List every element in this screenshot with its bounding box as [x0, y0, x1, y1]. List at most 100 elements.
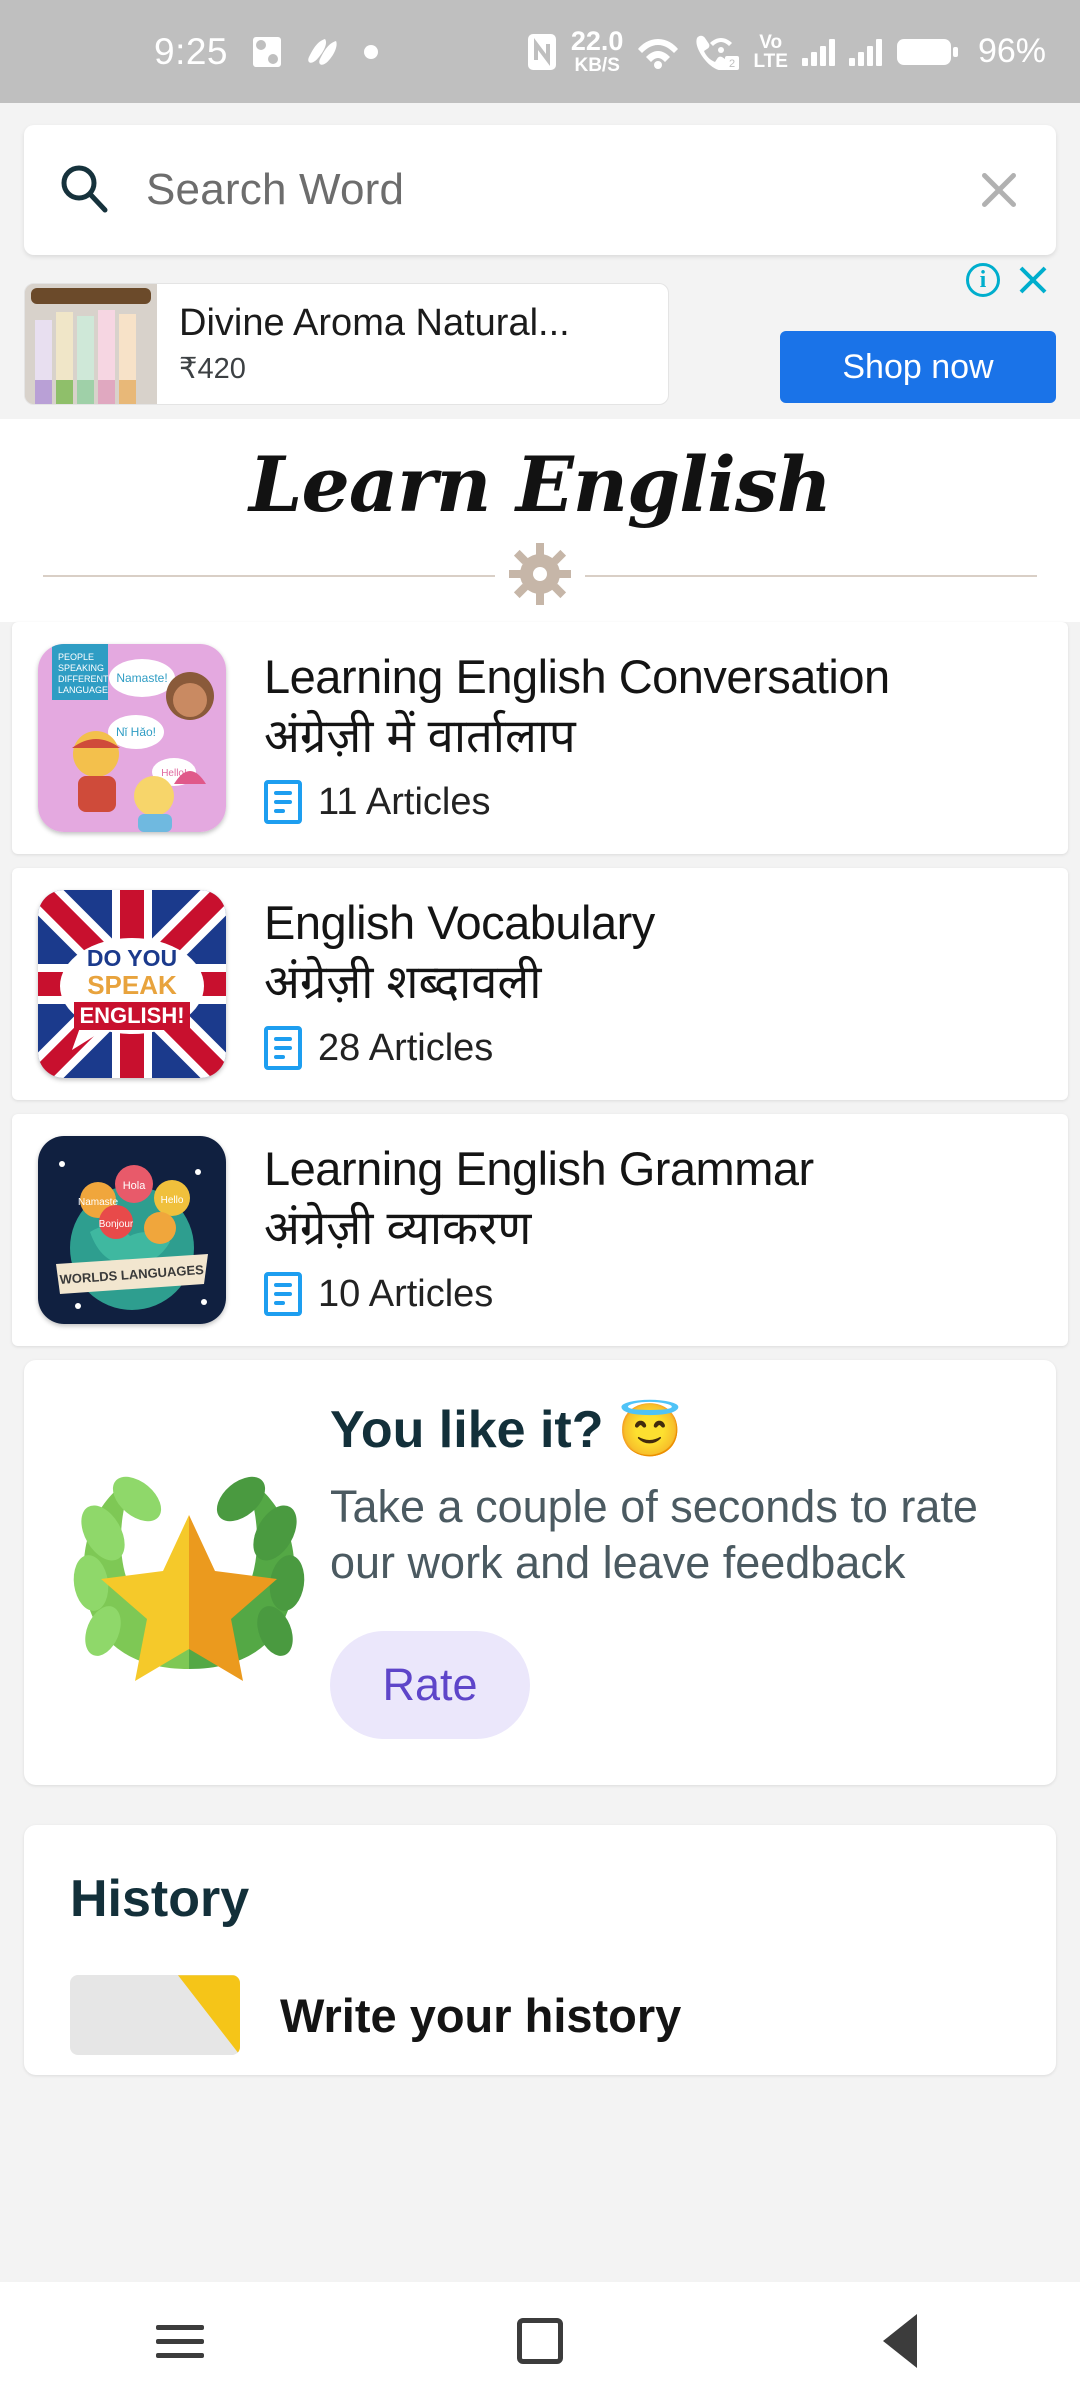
status-time: 9:25 [154, 30, 229, 72]
home-icon [517, 2318, 563, 2364]
volte-line2: LTE [753, 50, 788, 72]
svg-text:SPEAKING: SPEAKING [58, 663, 104, 673]
ad-title: Divine Aroma Natural... [179, 302, 570, 344]
rate-card: You like it? 😇 Take a couple of seconds … [24, 1359, 1056, 1786]
article-icon [264, 1272, 302, 1317]
battery-icon [896, 36, 958, 68]
ad-text: Divine Aroma Natural... ₹420 [157, 302, 570, 386]
brand-section: Learn English [0, 419, 1080, 622]
ad-price: ₹420 [179, 353, 246, 385]
signal-bars-sim2 [848, 38, 882, 66]
history-item[interactable]: Write your history [70, 1975, 1010, 2056]
article-icon [264, 780, 302, 825]
svg-text:Namaste!: Namaste! [116, 671, 167, 685]
category-thumbnail: DO YOU SPEAK ENGLISH! [38, 889, 226, 1078]
status-bar: 9:25 22.0 KB/S 2 Vo LTE 96% [0, 0, 1080, 103]
back-icon [883, 2314, 917, 2368]
divider-line-left [43, 575, 495, 578]
svg-text:Nǐ Hǎo!: Nǐ Hǎo! [116, 725, 156, 739]
rate-button[interactable]: Rate [330, 1631, 530, 1740]
category-card-grammar[interactable]: Namaste Hola Hello Bonjour WORLDS LANGUA… [12, 1113, 1068, 1346]
status-bar-right: 22.0 KB/S 2 Vo LTE 96% [527, 28, 1046, 75]
award-icon [54, 1400, 324, 1740]
svg-text:ENGLISH!: ENGLISH! [79, 1003, 184, 1028]
network-speed: 22.0 KB/S [570, 26, 624, 76]
category-article-count: 11 Articles [318, 780, 491, 823]
rate-body: Take a couple of seconds to rate our wor… [330, 1480, 978, 1589]
app-icon [306, 37, 340, 67]
home-button[interactable] [480, 2282, 600, 2400]
recents-icon [156, 2324, 204, 2358]
history-thumbnail [70, 1975, 240, 2056]
article-icon [264, 1026, 302, 1071]
search-icon [58, 162, 110, 219]
rate-heading: You like it? [330, 1401, 604, 1460]
battery-percent: 96% [977, 32, 1046, 70]
svg-text:Bonjour: Bonjour [99, 1219, 134, 1230]
search-section: Search Word [0, 103, 1080, 255]
category-article-count: 28 Articles [318, 1026, 494, 1069]
category-title-en: English Vocabulary [264, 896, 655, 950]
signal-bars-sim1 [801, 38, 835, 66]
category-title-en: Learning English Grammar [264, 1142, 814, 1196]
svg-text:PEOPLE: PEOPLE [58, 652, 94, 662]
category-meta: 10 Articles [264, 1272, 814, 1317]
volte-line1: Vo [759, 31, 783, 53]
search-input[interactable]: Search Word [146, 165, 976, 215]
status-bar-left: 9:25 [154, 30, 379, 73]
category-title-hi: अंग्रेज़ी में वार्तालाप [264, 708, 576, 762]
brand-divider [0, 542, 1080, 622]
page-title: Learn English [249, 440, 832, 529]
svg-text:LANGUAGE: LANGUAGE [58, 685, 108, 695]
system-navigation-bar [0, 2282, 1080, 2400]
category-text: Learning English Conversation अंग्रेज़ी … [264, 650, 890, 825]
ad-close-icon[interactable] [1016, 263, 1050, 297]
ad-image [25, 284, 157, 404]
ad-badges: i [966, 263, 1050, 297]
angel-emoji-icon: 😇 [617, 1401, 683, 1460]
divider-line-right [585, 575, 1037, 578]
svg-text:Hello: Hello [161, 1195, 184, 1206]
svg-text:SPEAK: SPEAK [87, 970, 177, 1000]
svg-text:Hola: Hola [123, 1180, 147, 1192]
svg-text:2: 2 [729, 58, 735, 70]
call-wifi-icon: 2 [693, 34, 740, 70]
ad-banner[interactable]: Divine Aroma Natural... ₹420 i Shop now [24, 263, 1056, 419]
rate-heading-row: You like it? 😇 [330, 1400, 1026, 1461]
volte-indicator: Vo LTE [753, 33, 787, 71]
nfc-icon [527, 33, 557, 71]
rate-text: You like it? 😇 Take a couple of seconds … [324, 1400, 1026, 1740]
search-bar[interactable]: Search Word [24, 125, 1056, 255]
dot-icon [364, 44, 379, 59]
svg-text:DIFFERENT: DIFFERENT [58, 674, 109, 684]
shop-now-button[interactable]: Shop now [780, 331, 1056, 403]
history-item-title: Write your history [280, 1988, 682, 2042]
svg-text:DO YOU: DO YOU [87, 945, 177, 971]
category-card-vocabulary[interactable]: DO YOU SPEAK ENGLISH! English Vocabulary… [12, 867, 1068, 1100]
category-title-hi: अंग्रेज़ी शब्दावली [264, 954, 542, 1008]
back-button[interactable] [840, 2282, 960, 2400]
category-text: English Vocabulary अंग्रेज़ी शब्दावली 28… [264, 896, 655, 1071]
category-article-count: 10 Articles [318, 1272, 494, 1315]
phone-screen: 9:25 22.0 KB/S 2 Vo LTE 96% Search Word … [0, 0, 1080, 2400]
category-thumbnail: Namaste Hola Hello Bonjour WORLDS LANGUA… [38, 1135, 226, 1324]
health-icon [252, 35, 282, 69]
recents-button[interactable] [120, 2282, 240, 2400]
wifi-icon [637, 35, 679, 69]
category-title-hi: अंग्रेज़ी व्याकरण [264, 1200, 532, 1254]
category-meta: 11 Articles [264, 780, 890, 825]
ad-card[interactable]: Divine Aroma Natural... ₹420 [24, 283, 669, 405]
category-title-en: Learning English Conversation [264, 650, 890, 704]
category-text: Learning English Grammar अंग्रेज़ी व्याक… [264, 1142, 814, 1317]
close-icon[interactable] [976, 167, 1022, 213]
history-card: History Write your history [24, 1825, 1056, 2076]
gear-icon [509, 542, 571, 610]
ad-info-icon[interactable]: i [966, 263, 1000, 297]
scroll-content[interactable]: Search Word Divine Aroma Natural... ₹420… [0, 103, 1080, 2282]
category-meta: 28 Articles [264, 1026, 655, 1071]
history-heading: History [70, 1870, 250, 1929]
ad-cta-area: i Shop now [780, 263, 1056, 405]
category-card-conversation[interactable]: PEOPLE SPEAKING DIFFERENT LANGUAGE Namas… [12, 621, 1068, 854]
network-speed-value: 22.0 [570, 26, 624, 56]
network-speed-unit: KB/S [574, 55, 620, 76]
